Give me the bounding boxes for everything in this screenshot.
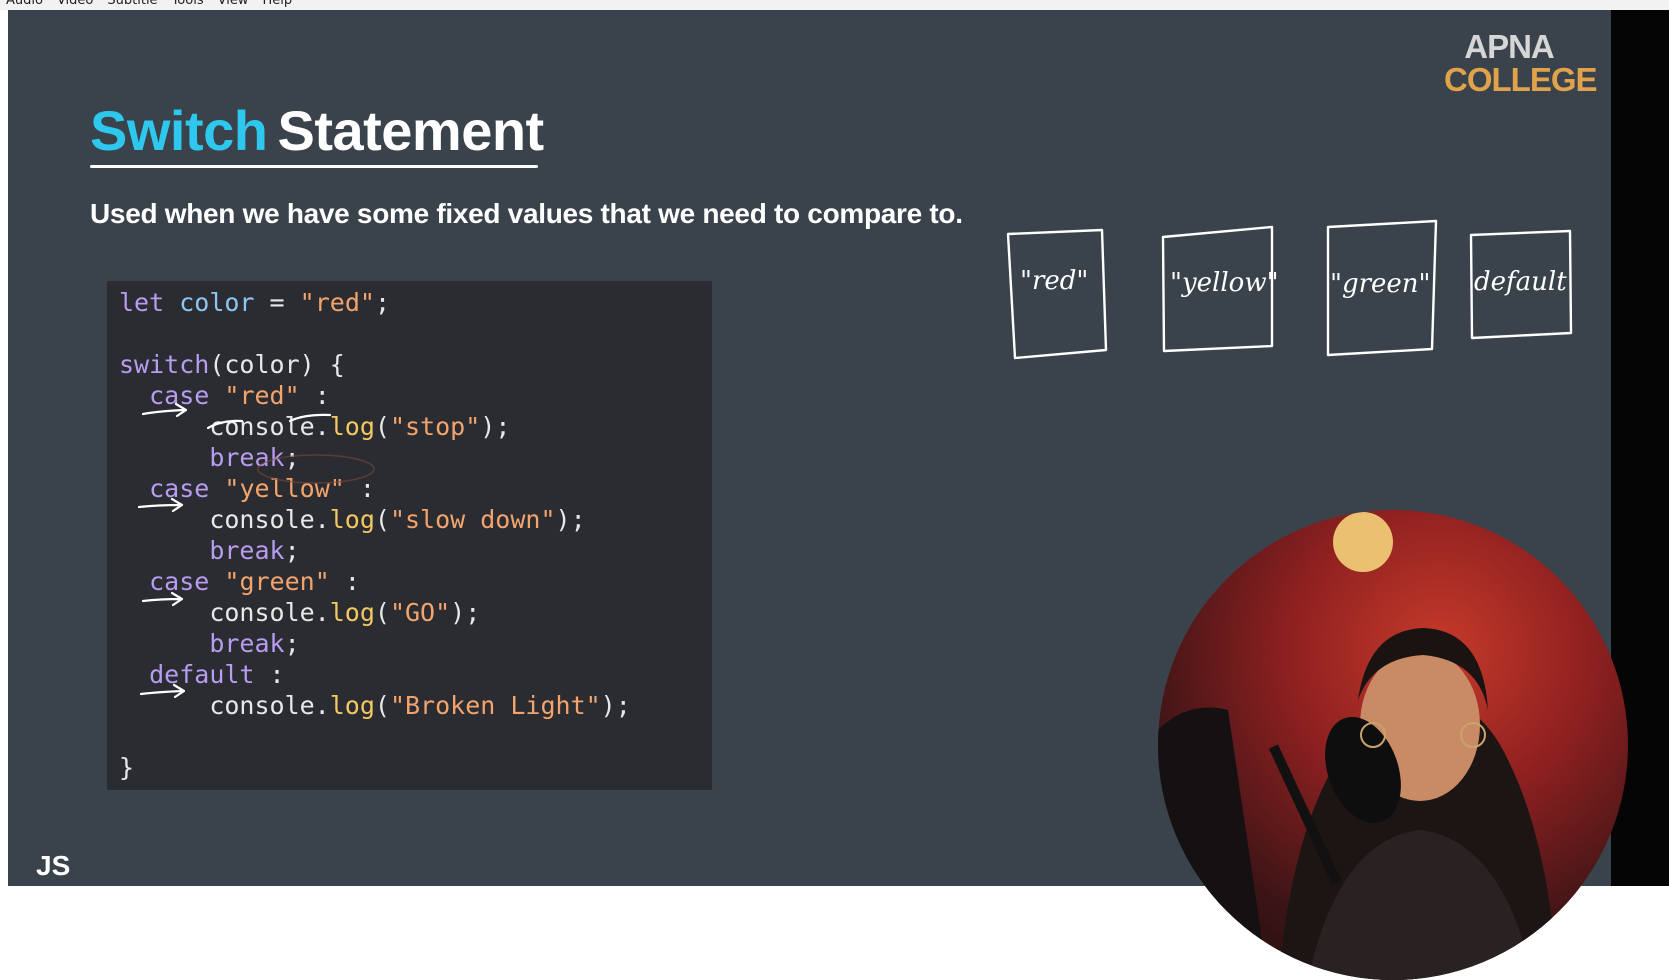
title-rest: Statement	[277, 99, 544, 162]
code-line-8: console.log("slow down");	[209, 505, 586, 534]
apna-college-logo: APNA COLLEGE	[1444, 28, 1598, 98]
slide-subtitle: Used when we have some fixed values that…	[90, 198, 963, 229]
title-highlight: Switch	[90, 99, 268, 162]
code-line-4: case "red" :	[149, 381, 330, 410]
code-block: let color = "red"; switch(color) { case …	[119, 287, 631, 783]
footer-js-label: JS	[36, 850, 71, 881]
presenter-camera	[1158, 510, 1628, 980]
menu-video[interactable]: Video	[57, 0, 93, 8]
code-line-1: let color = "red";	[119, 288, 390, 317]
presenter-figure	[1158, 512, 1558, 980]
code-panel: let color = "red"; switch(color) { case …	[107, 281, 712, 790]
slide-title: Switch Statement	[90, 98, 544, 163]
code-line-6: break;	[209, 443, 300, 472]
menu-subtitle[interactable]: Subtitle	[107, 0, 157, 8]
code-line-12: break;	[209, 629, 300, 658]
menu-tools[interactable]: Tools	[172, 0, 204, 8]
code-line-7: case "yellow" :	[149, 474, 375, 503]
title-underline	[90, 165, 538, 168]
code-line-5: console.log("stop");	[209, 412, 511, 441]
code-line-9: break;	[209, 536, 300, 565]
logo-line-2: COLLEGE	[1444, 61, 1598, 98]
menu-audio[interactable]: Audio	[6, 0, 43, 8]
menu-help[interactable]: Help	[262, 0, 292, 8]
code-line-3: switch(color) {	[119, 350, 345, 379]
code-line-10: case "green" :	[149, 567, 360, 596]
code-line-11: console.log("GO");	[209, 598, 481, 627]
code-line-14: console.log("Broken Light");	[209, 691, 631, 720]
code-line-13: default :	[149, 660, 285, 689]
logo-line-1: APNA	[1464, 28, 1555, 65]
code-line-16: }	[119, 753, 135, 782]
player-menubar: Audio Video Subtitle Tools View Help	[0, 0, 1669, 10]
menu-view[interactable]: View	[218, 0, 249, 8]
